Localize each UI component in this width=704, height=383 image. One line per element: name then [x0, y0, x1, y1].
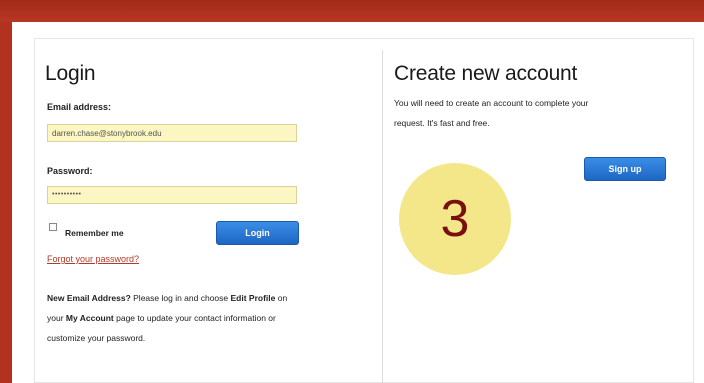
login-button[interactable]: Login	[216, 221, 299, 245]
note-text-3: your	[47, 313, 66, 323]
note-my-account: My Account	[65, 313, 114, 323]
note-text-4: page to update your contact information …	[113, 313, 276, 323]
new-email-note: New Email Address? Please log in and cho…	[47, 288, 367, 348]
note-text-2: on	[275, 293, 288, 303]
note-edit-profile: Edit Profile	[230, 293, 276, 303]
remember-me-label: Remember me	[65, 228, 124, 238]
create-account-text: You will need to create an account to co…	[394, 96, 694, 131]
signup-button[interactable]: Sign up	[584, 157, 666, 181]
email-label: Email address:	[47, 102, 112, 112]
login-title: Login	[45, 62, 96, 85]
password-label: Password:	[47, 166, 93, 176]
note-text-5: customize your password.	[47, 333, 146, 343]
email-field[interactable]: darren.chase@stonybrook.edu	[47, 124, 297, 142]
column-divider	[382, 50, 383, 383]
password-field[interactable]: ••••••••••	[47, 186, 297, 204]
note-bold-new-email: New Email Address?	[47, 293, 131, 303]
page-header-bar	[0, 0, 704, 22]
forgot-password-link[interactable]: Forgot your password?	[47, 254, 139, 264]
step-number-callout: 3	[399, 163, 511, 275]
remember-me-checkbox[interactable]	[49, 223, 57, 231]
note-text-1: Please log in and choose	[130, 293, 231, 303]
create-account-title: Create new account	[394, 62, 578, 85]
create-account-text-line1: You will need to create an account to co…	[394, 98, 589, 108]
create-account-text-line2: request. It's fast and free.	[394, 118, 490, 128]
